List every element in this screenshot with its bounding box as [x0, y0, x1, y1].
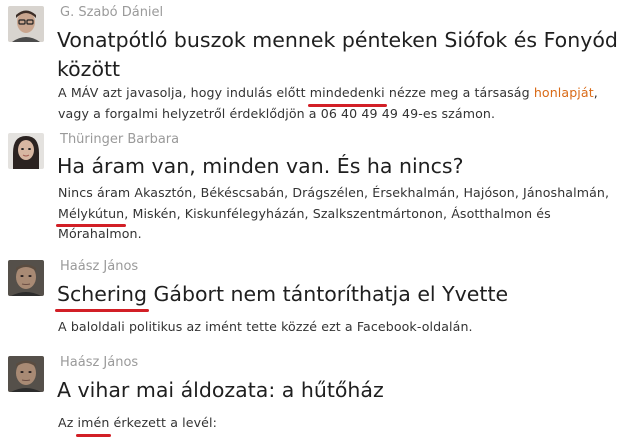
article-lead: Az imén érkezett a levél: — [58, 413, 636, 436]
author-avatar — [8, 133, 44, 169]
article-lead: A MÁV azt javasolja, hogy indulás előtt … — [58, 83, 636, 124]
author-avatar — [8, 6, 44, 42]
typo-underlined-word[interactable]: Schering — [54, 280, 150, 312]
title-line-1[interactable]: Vonatpótló buszok mennek pénteken Siófok… — [57, 28, 618, 52]
lead-text: nézze meg a társaság — [384, 85, 534, 100]
typo-underlined-word: Mélykútun — [55, 204, 127, 227]
author-name[interactable]: Haász János — [60, 355, 138, 370]
author-name[interactable]: Thüringer Barbara — [60, 132, 179, 147]
author-name[interactable]: G. Szabó Dániel — [60, 5, 163, 20]
lead-text: A MÁV azt javasolja, hogy indulás előtt — [58, 85, 310, 100]
article-lead: A baloldali politikus az imént tette köz… — [58, 319, 473, 334]
lead-text: , — [593, 85, 598, 100]
lead-text: Mórahalmon. — [58, 226, 142, 241]
title-text[interactable]: Gábort nem tántoríthatja el Yvette — [147, 282, 509, 306]
author-avatar — [8, 260, 44, 296]
typo-underlined-word: mindedenki — [307, 83, 387, 106]
article-lead: Nincs áram Akasztón, Békéscsabán, Drágsz… — [55, 183, 636, 245]
title-line-2[interactable]: között — [57, 57, 120, 81]
lead-text: Nincs áram Akasztón, Békéscsabán, Drágsz… — [58, 185, 610, 200]
homepage-link[interactable]: honlapját — [534, 85, 594, 100]
lead-text: vagy a forgalmi helyzetről érdeklődjön a… — [58, 105, 496, 121]
lead-text: Az — [58, 415, 78, 430]
typo-underlined-word: imén — [75, 413, 112, 436]
article-title[interactable]: Ha áram van, minden van. És ha nincs? — [57, 152, 627, 181]
lead-text: érkezett a levél: — [109, 415, 217, 430]
lead-text: , Miskén, Kiskunfélegyházán, Szalkszentm… — [124, 205, 551, 221]
article-title[interactable]: Vonatpótló buszok mennek pénteken Siófok… — [57, 26, 627, 84]
article-title[interactable]: Schering Gábort nem tántoríthatja el Yve… — [54, 280, 627, 312]
author-name[interactable]: Haász János — [60, 259, 138, 274]
article-title[interactable]: A vihar mai áldozata: a hűtőház — [57, 376, 627, 405]
author-avatar — [8, 356, 44, 392]
